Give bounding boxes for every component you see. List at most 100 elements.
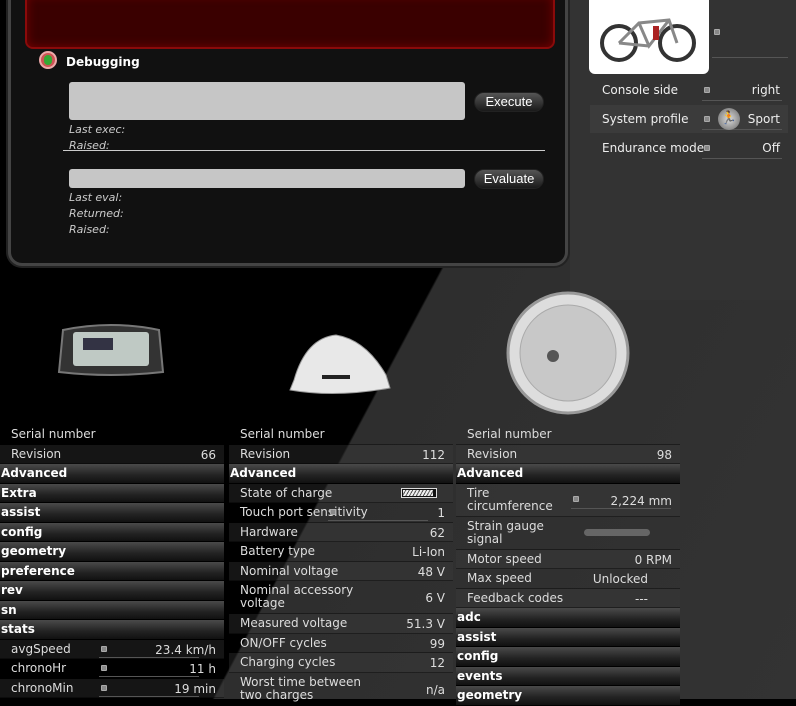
battery-fill <box>403 489 434 496</box>
property-value: 112 <box>422 447 445 462</box>
section-header-geometry[interactable]: geometry <box>456 686 680 706</box>
column-console: Serial number Revision 66 Advanced Extra assi… <box>0 425 224 698</box>
property-row: Nominal accessory voltage 6 V <box>229 581 453 614</box>
bike-image[interactable] <box>589 0 709 74</box>
execute-input[interactable] <box>69 82 465 120</box>
property-value: 51.3 V <box>406 617 445 631</box>
section-header-events[interactable]: events <box>456 666 680 686</box>
section-header-stats[interactable]: stats <box>0 620 224 640</box>
bug-icon <box>39 51 57 69</box>
property-row: Hardware 62 <box>229 522 453 542</box>
setting-row-endurance-mode: Endurance mode Off <box>590 134 788 162</box>
section-header-extra[interactable]: Extra <box>0 483 224 503</box>
last-eval-label: Last eval: <box>69 191 123 204</box>
property-label: Tire circumference <box>467 485 553 513</box>
property-value: 12 <box>429 656 445 670</box>
property-value: 98 <box>656 447 672 462</box>
setting-knob[interactable] <box>704 145 710 151</box>
section-header-assist[interactable]: assist <box>456 627 680 647</box>
slider-track <box>571 507 671 509</box>
setting-value[interactable]: Off <box>762 141 780 155</box>
property-value: 11 h <box>189 662 216 676</box>
property-label: Revision <box>467 446 518 461</box>
slider-knob[interactable] <box>573 495 579 502</box>
section-header-config[interactable]: config <box>456 647 680 667</box>
property-label: ON/OFF cycles <box>240 635 327 650</box>
property-value: 0 RPM <box>634 552 672 567</box>
strain-gauge-bar <box>584 528 650 536</box>
property-label: Serial number <box>11 427 96 441</box>
section-header-assist[interactable]: assist <box>0 503 224 523</box>
property-row: chronoHr 11 h <box>0 659 224 679</box>
column-motor: Serial number Revision 98 Advanced Tire circ… <box>456 425 680 706</box>
property-row: Revision 112 <box>229 444 453 464</box>
property-row: Revision 98 <box>456 444 680 464</box>
property-label: Max speed <box>467 571 532 585</box>
section-header-advanced[interactable]: Advanced <box>0 464 224 484</box>
execute-button[interactable]: Execute <box>474 92 544 112</box>
setting-label: Endurance mode <box>602 141 705 155</box>
debug-panel: Debugging Execute Last exec: Raised: Eva… <box>8 0 568 266</box>
column-battery: Serial number Revision 112 Advanced State of… <box>229 425 453 706</box>
property-row: Strain gauge signal <box>456 517 680 550</box>
setting-knob[interactable] <box>704 116 710 122</box>
slider-track <box>328 520 428 521</box>
property-value: --- <box>635 591 648 606</box>
property-value: 66 <box>200 447 216 462</box>
property-label: Charging cycles <box>240 655 336 669</box>
raised-eval-label: Raised: <box>69 223 110 236</box>
property-label: chronoMin <box>11 680 74 695</box>
property-row: avgSpeed 23.4 km/h <box>0 639 224 659</box>
setting-value[interactable]: right <box>752 83 780 97</box>
evaluate-input[interactable] <box>69 169 465 188</box>
runner-icon[interactable]: 🏃 <box>718 108 740 130</box>
section-header-config[interactable]: config <box>0 522 224 542</box>
motor-device-image <box>506 291 630 415</box>
battery-charge-indicator <box>401 487 437 498</box>
property-value: 48 V <box>417 564 445 579</box>
bike-select-knob[interactable] <box>714 29 720 35</box>
property-value: 99 <box>429 636 445 651</box>
property-row: Battery type Li-Ion <box>229 542 453 562</box>
section-header-advanced[interactable]: Advanced <box>456 464 680 484</box>
property-label: Nominal accessory voltage <box>240 583 354 610</box>
property-row: Measured voltage 51.3 V <box>229 614 453 634</box>
slider-knob[interactable] <box>101 645 107 652</box>
section-header-rev[interactable]: rev <box>0 581 224 601</box>
error-box <box>25 0 555 49</box>
property-row: State of charge <box>229 483 453 503</box>
slider-knob[interactable] <box>101 684 107 691</box>
section-header-sn[interactable]: sn <box>0 600 224 620</box>
setting-label: System profile <box>602 112 689 126</box>
section-header-adc[interactable]: adc <box>456 608 680 628</box>
property-value: Unlocked <box>592 572 648 586</box>
property-value: 2,224 mm <box>610 493 672 508</box>
property-row: Nominal voltage 48 V <box>229 561 453 581</box>
slider-track <box>99 695 199 697</box>
property-value: n/a <box>425 682 445 697</box>
evaluate-button[interactable]: Evaluate <box>474 169 544 189</box>
property-value: 6 V <box>425 591 445 605</box>
setting-underline <box>702 129 782 130</box>
property-label: Serial number <box>467 427 552 441</box>
slider-knob[interactable] <box>101 665 107 671</box>
property-label: Revision <box>11 446 62 461</box>
section-header-preference[interactable]: preference <box>0 561 224 581</box>
property-row: Serial number <box>229 425 453 445</box>
divider <box>63 150 545 151</box>
property-row: Motor speed 0 RPM <box>456 549 680 569</box>
property-value: 1 <box>437 506 445 520</box>
section-header-advanced[interactable]: Advanced <box>229 464 453 484</box>
property-label: Measured voltage <box>240 616 348 630</box>
property-row: ON/OFF cycles 99 <box>229 634 453 653</box>
setting-value[interactable]: Sport <box>748 112 780 126</box>
setting-knob[interactable] <box>704 87 710 93</box>
setting-underline <box>702 158 782 159</box>
property-label: Hardware <box>240 524 298 539</box>
section-header-geometry[interactable]: geometry <box>0 542 224 562</box>
property-row: Touch port sensitivity 1 <box>229 503 453 523</box>
slider-knob[interactable] <box>330 509 336 515</box>
property-row: chronoMin 19 min <box>0 678 224 698</box>
property-label: Strain gauge signal <box>467 518 544 546</box>
property-row: Max speed Unlocked <box>456 569 680 589</box>
